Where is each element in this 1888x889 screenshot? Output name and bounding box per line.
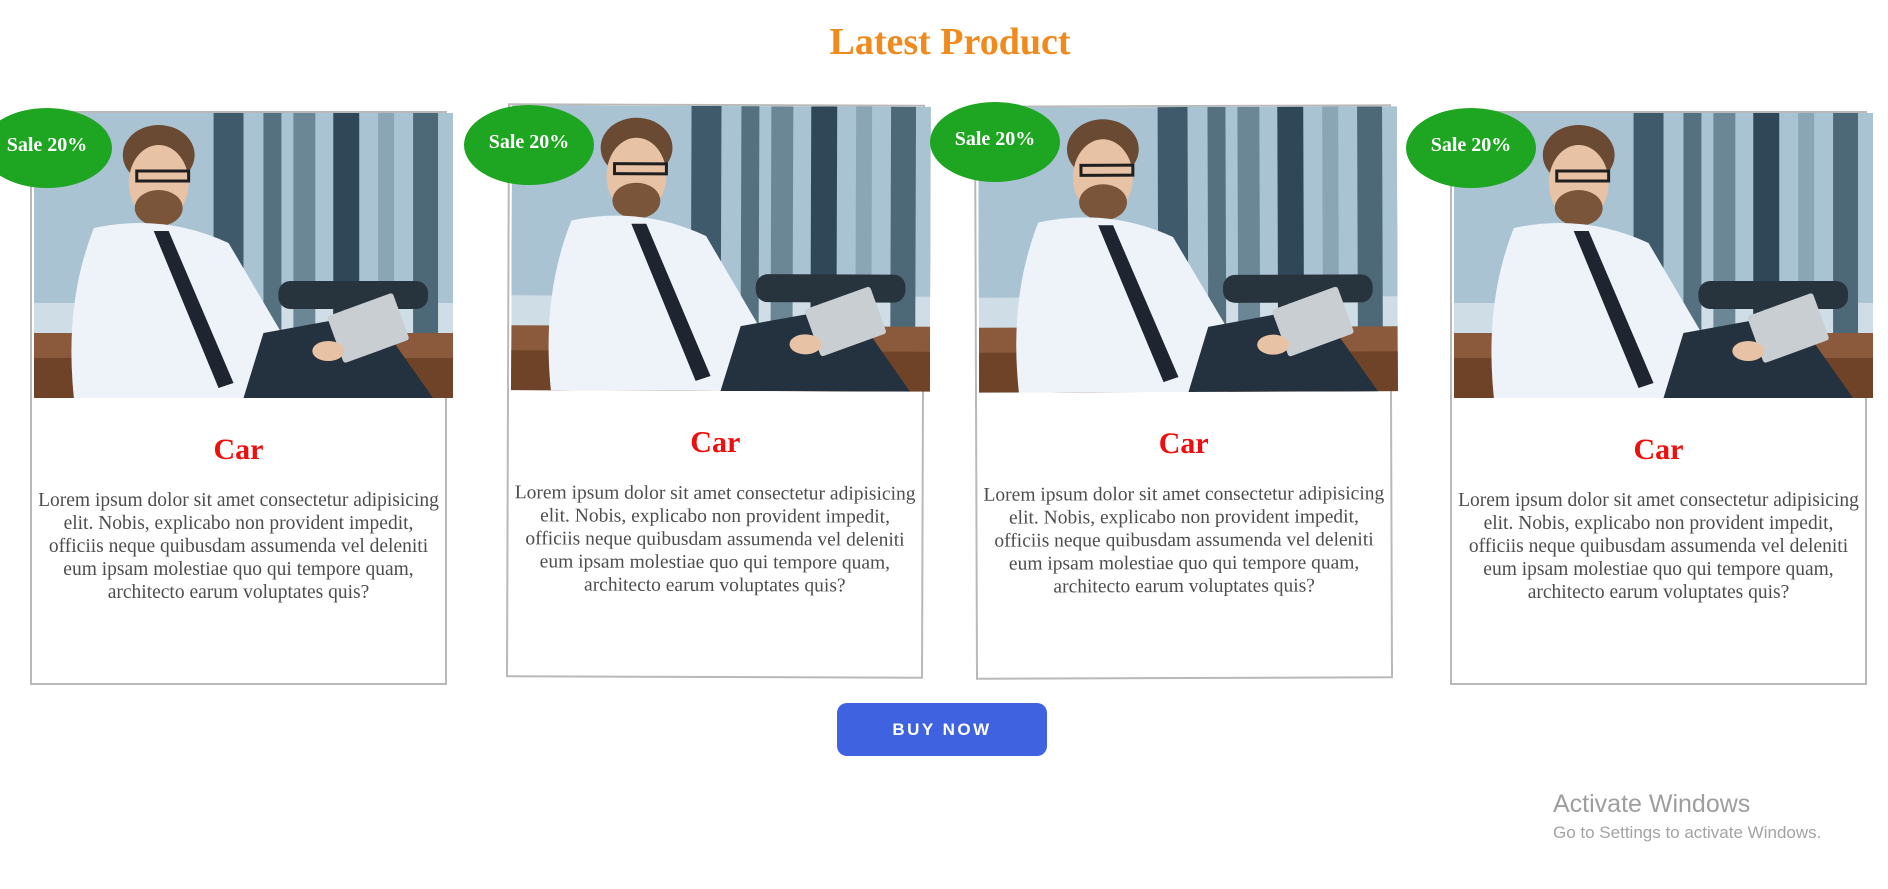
product-title: Car xyxy=(213,433,264,466)
buy-now-button[interactable]: BUY NOW xyxy=(837,703,1047,756)
product-description: Lorem ipsum dolor sit amet consectetur a… xyxy=(514,482,916,597)
page-title: Latest Product xyxy=(829,21,1071,63)
product-title: Car xyxy=(1158,426,1209,461)
activate-windows-title: Activate Windows xyxy=(1553,790,1751,818)
product-card[interactable]: Car Lorem ipsum dolor sit amet consectet… xyxy=(1450,111,1873,685)
product-description: Lorem ipsum dolor sit amet consectetur a… xyxy=(1458,490,1859,603)
product-card[interactable]: Car Lorem ipsum dolor sit amet consectet… xyxy=(30,111,453,685)
product-card[interactable]: Car Lorem ipsum dolor sit amet consectet… xyxy=(505,103,931,679)
sale-badge: Sale 20% xyxy=(1406,108,1536,188)
product-description: Lorem ipsum dolor sit amet consectetur a… xyxy=(983,483,1385,598)
sale-badge: Sale 20% xyxy=(930,102,1060,182)
product-title: Car xyxy=(1633,433,1684,466)
product-card[interactable]: Car Lorem ipsum dolor sit amet consectet… xyxy=(973,104,1398,680)
activate-windows-subtitle: Go to Settings to activate Windows. xyxy=(1553,823,1822,842)
product-description: Lorem ipsum dolor sit amet consectetur a… xyxy=(38,490,439,603)
product-title: Car xyxy=(690,425,741,460)
sale-badge: Sale 20% xyxy=(464,105,594,185)
